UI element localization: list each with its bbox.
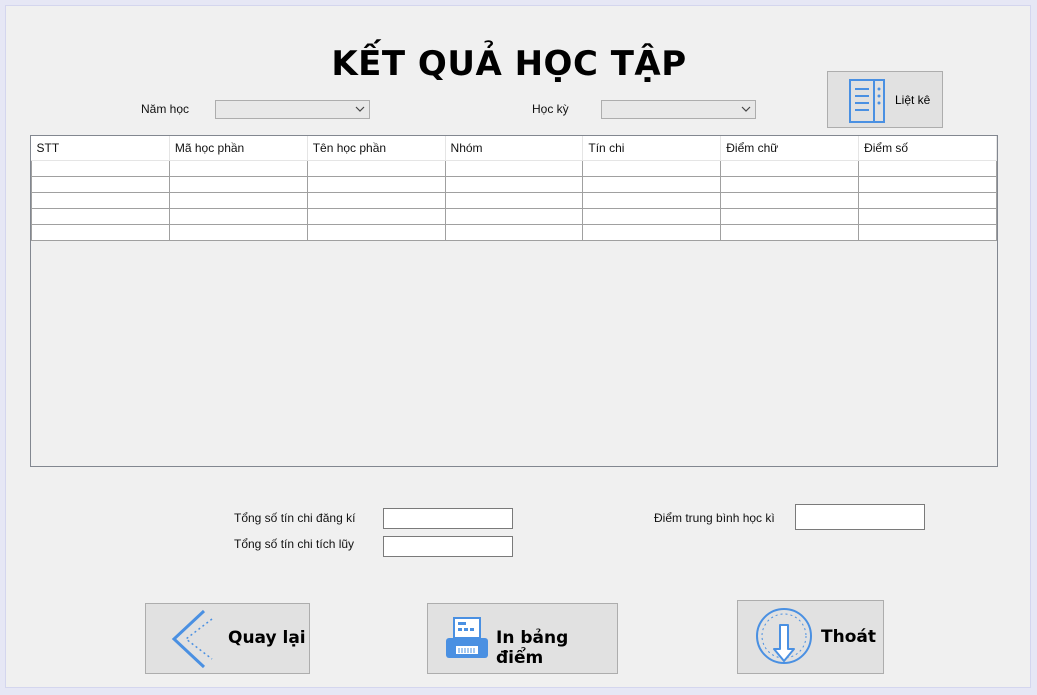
main-window: KẾT QUẢ HỌC TẬP Năm học Học kỳ Liệt kê S… (5, 5, 1031, 688)
gpa-label: Điểm trung bình học kì (654, 511, 775, 525)
table-header-row: STT Mã học phần Tên học phần Nhóm Tín ch… (31, 136, 997, 161)
col-header-course-code[interactable]: Mã học phần (169, 136, 308, 161)
chevron-down-icon (741, 106, 751, 112)
registered-credits-label: Tổng số tín chi đăng kí (234, 511, 356, 525)
exit-button[interactable]: Thoát (737, 600, 884, 674)
table-cell[interactable] (858, 159, 997, 177)
table-cell[interactable] (31, 159, 170, 177)
list-button[interactable]: Liệt kê (827, 71, 943, 128)
col-header-group[interactable]: Nhóm (445, 136, 584, 161)
table-cell[interactable] (582, 175, 722, 193)
table-cell[interactable] (720, 175, 860, 193)
accumulated-credits-field[interactable] (383, 536, 513, 557)
table-cell[interactable] (306, 191, 446, 209)
col-header-score[interactable]: Điểm số (858, 136, 997, 161)
results-grid[interactable]: STT Mã học phần Tên học phần Nhóm Tín ch… (30, 135, 998, 467)
table-cell[interactable] (720, 223, 860, 241)
table-cell[interactable] (31, 191, 170, 209)
table-cell[interactable] (444, 159, 584, 177)
registered-credits-field[interactable] (383, 508, 513, 529)
print-button[interactable]: In bảng điểm (427, 603, 618, 674)
table-cell[interactable] (306, 223, 446, 241)
col-header-stt[interactable]: STT (31, 136, 170, 161)
table-cell[interactable] (444, 175, 584, 193)
printer-icon (446, 617, 488, 658)
table-cell[interactable] (168, 207, 308, 225)
semester-label: Học kỳ (532, 102, 569, 116)
list-icon (849, 79, 885, 123)
year-label: Năm học (141, 102, 190, 116)
table-row[interactable] (31, 175, 997, 193)
power-icon (756, 608, 812, 664)
table-cell[interactable] (168, 191, 308, 209)
chevron-left-icon (171, 609, 213, 669)
table-cell[interactable] (858, 175, 997, 193)
table-cell[interactable] (168, 159, 308, 177)
table-cell[interactable] (582, 159, 722, 177)
table-cell[interactable] (444, 191, 584, 209)
table-cell[interactable] (306, 159, 446, 177)
table-cell[interactable] (720, 159, 860, 177)
exit-button-label: Thoát (821, 627, 876, 647)
table-cell[interactable] (306, 207, 446, 225)
table-cell[interactable] (582, 191, 722, 209)
table-cell[interactable] (582, 223, 722, 241)
results-table: STT Mã học phần Tên học phần Nhóm Tín ch… (31, 136, 997, 241)
chevron-down-icon (355, 106, 365, 112)
col-header-course-name[interactable]: Tên học phần (307, 136, 446, 161)
year-select[interactable] (215, 100, 370, 119)
list-button-label: Liệt kê (895, 93, 931, 107)
table-row[interactable] (31, 223, 997, 241)
table-cell[interactable] (444, 207, 584, 225)
table-cell[interactable] (858, 223, 997, 241)
table-row[interactable] (31, 159, 997, 177)
table-cell[interactable] (582, 207, 722, 225)
table-cell[interactable] (31, 207, 170, 225)
back-button-label: Quay lại (228, 628, 306, 648)
table-cell[interactable] (444, 223, 584, 241)
table-cell[interactable] (168, 223, 308, 241)
gpa-field[interactable] (795, 504, 925, 530)
table-cell[interactable] (31, 175, 170, 193)
back-button[interactable]: Quay lại (145, 603, 310, 674)
print-button-label: In bảng điểm (496, 628, 569, 668)
semester-select[interactable] (601, 100, 756, 119)
col-header-letter-grade[interactable]: Điểm chữ (720, 136, 860, 161)
table-cell[interactable] (31, 223, 170, 241)
table-row[interactable] (31, 207, 997, 225)
table-cell[interactable] (858, 207, 997, 225)
col-header-credits[interactable]: Tín chi (582, 136, 722, 161)
table-cell[interactable] (720, 207, 860, 225)
table-cell[interactable] (168, 175, 308, 193)
accumulated-credits-label: Tổng số tín chi tích lũy (234, 537, 355, 551)
table-cell[interactable] (720, 191, 860, 209)
table-row[interactable] (31, 191, 997, 209)
table-cell[interactable] (858, 191, 997, 209)
table-cell[interactable] (306, 175, 446, 193)
